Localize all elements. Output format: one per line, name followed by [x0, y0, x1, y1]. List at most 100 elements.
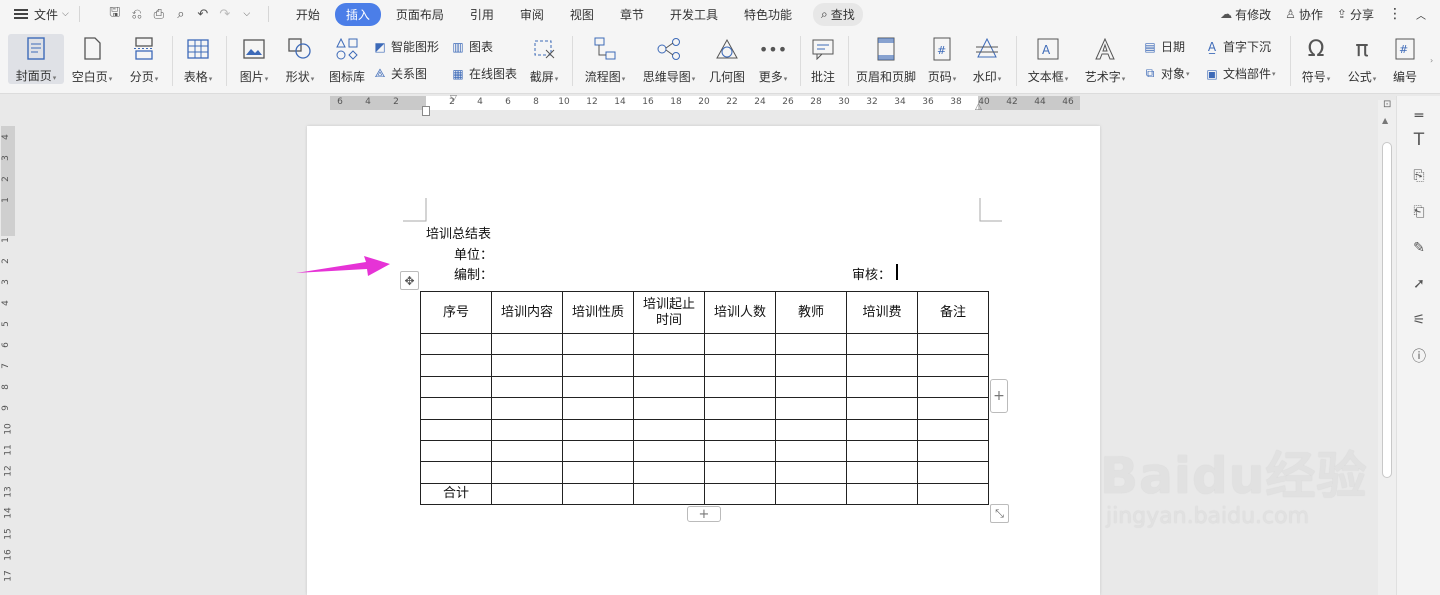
table-cell[interactable]	[633, 418, 705, 441]
collapse-ribbon-icon[interactable]: ︿	[1416, 7, 1426, 22]
document-settings-icon[interactable]: ⎗	[1409, 202, 1429, 222]
page-break-button[interactable]: 分页▾	[124, 34, 164, 85]
picture-button[interactable]: 图片▾	[234, 34, 274, 85]
table-cell[interactable]	[917, 397, 989, 420]
add-column-button[interactable]: +	[990, 379, 1008, 413]
print-preview-icon[interactable]: ⌕	[170, 7, 192, 22]
shape-button[interactable]: 形状▾	[280, 34, 320, 85]
table-header-cell[interactable]: 培训性质	[562, 291, 634, 334]
table-cell[interactable]	[704, 439, 776, 463]
table-cell[interactable]	[562, 439, 634, 463]
table-cell[interactable]	[704, 461, 776, 484]
formula-button[interactable]: π 公式▾	[1342, 34, 1382, 85]
table-cell[interactable]	[491, 332, 563, 356]
table-cell[interactable]	[633, 439, 705, 463]
table-cell[interactable]	[917, 332, 989, 356]
table-cell[interactable]	[775, 375, 847, 399]
header-footer-button[interactable]: 页眉和页脚	[854, 34, 918, 85]
table-cell[interactable]	[633, 397, 705, 420]
help-icon[interactable]: ⓘ	[1409, 346, 1429, 366]
tab-insert[interactable]: 插入	[334, 2, 381, 26]
training-summary-table[interactable]: 序号 培训内容 培训性质 培训起止时间 培训人数 教师 培训费 备注 合计	[420, 291, 989, 506]
table-cell[interactable]	[704, 354, 776, 377]
format-painter-icon[interactable]: ⎌	[126, 7, 148, 22]
table-cell[interactable]	[420, 418, 492, 441]
more-menu-icon[interactable]: ⋮	[1388, 6, 1402, 22]
page-number-button[interactable]: # 页码▾	[924, 34, 960, 85]
table-cell[interactable]	[846, 332, 918, 356]
wordart-button[interactable]: 艺术字▾	[1080, 34, 1130, 85]
vertical-ruler[interactable]: 4 3 2 1 1 2 3 4 5 6 7 8 9 10 11 12 13 14 15 16 17	[0, 96, 16, 595]
doc-title[interactable]: 培训总结表	[426, 223, 491, 242]
table-button[interactable]: 表格▾	[178, 34, 218, 85]
table-cell[interactable]	[562, 354, 634, 377]
dropcap-button[interactable]: A̲ 首字下沉	[1204, 38, 1271, 55]
table-cell[interactable]	[917, 375, 989, 399]
table-cell[interactable]	[917, 461, 989, 484]
table-cell[interactable]	[633, 332, 705, 356]
more-button[interactable]: ••• 更多▾	[754, 34, 792, 85]
table-header-cell[interactable]: 培训起止时间	[633, 291, 705, 334]
table-cell[interactable]	[775, 397, 847, 420]
tab-home[interactable]: 开始	[285, 3, 331, 26]
table-cell[interactable]	[704, 375, 776, 399]
table-cell[interactable]	[491, 375, 563, 399]
table-cell[interactable]	[491, 482, 563, 506]
customize-chevron-icon[interactable]: ⌵	[236, 9, 258, 19]
table-cell[interactable]	[633, 375, 705, 399]
scroll-up-icon[interactable]: ▲	[1382, 116, 1388, 125]
table-cell[interactable]	[491, 461, 563, 484]
icon-library-button[interactable]: 图标库	[326, 34, 368, 85]
editor-label[interactable]: 编制：	[454, 264, 493, 283]
add-row-button[interactable]: +	[687, 506, 721, 522]
table-cell[interactable]	[491, 397, 563, 420]
table-cell[interactable]	[491, 354, 563, 377]
document-page[interactable]: 培训总结表 单位： 编制： 审核： ✥ 序号 培训内容 培训性质 培训起止时间 培训人数…	[307, 126, 1100, 595]
text-style-icon[interactable]: T	[1409, 130, 1429, 150]
search-box[interactable]: ⌕ 查找	[812, 2, 863, 26]
table-header-cell[interactable]: 教师	[775, 291, 847, 334]
table-cell[interactable]	[775, 461, 847, 484]
total-label-cell[interactable]: 合计	[420, 482, 492, 506]
vertical-scrollbar[interactable]: ▲	[1378, 100, 1396, 595]
table-cell[interactable]	[704, 418, 776, 441]
table-cell[interactable]	[846, 439, 918, 463]
table-header-cell[interactable]: 备注	[917, 291, 989, 334]
table-cell[interactable]	[420, 439, 492, 463]
unit-label[interactable]: 单位：	[454, 244, 493, 263]
redo-icon[interactable]: ↷	[214, 7, 236, 22]
table-cell[interactable]	[491, 439, 563, 463]
table-cell[interactable]	[562, 397, 634, 420]
table-cell[interactable]	[917, 482, 989, 506]
table-cell[interactable]	[917, 439, 989, 463]
print-icon[interactable]: ⎙	[148, 7, 170, 22]
table-header-cell[interactable]: 序号	[420, 291, 492, 334]
share-button[interactable]: ⇪ 分享	[1337, 6, 1374, 23]
cover-page-button[interactable]: 封面页▾	[8, 34, 64, 84]
tab-chapter[interactable]: 章节	[609, 3, 655, 26]
table-cell[interactable]	[704, 397, 776, 420]
chart-button[interactable]: ▥ 图表	[450, 38, 493, 55]
sidebar-collapse-icon[interactable]: ═	[1409, 106, 1429, 126]
scrollbar-thumb[interactable]	[1382, 142, 1392, 478]
table-cell[interactable]	[633, 482, 705, 506]
table-cell[interactable]	[704, 482, 776, 506]
tab-developer[interactable]: 开发工具	[659, 3, 729, 26]
screenshot-button[interactable]: 截屏▾	[524, 34, 564, 85]
undo-icon[interactable]: ↶	[192, 7, 214, 22]
collab-button[interactable]: ♙ 协作	[1285, 6, 1323, 23]
file-menu[interactable]: 文件 ⌵	[14, 6, 69, 23]
object-button[interactable]: ⧉ 对象 ▾	[1142, 65, 1190, 82]
tab-references[interactable]: 引用	[459, 3, 505, 26]
save-icon[interactable]: 🖫	[104, 3, 126, 25]
smartart-button[interactable]: ◩ 智能图形	[372, 38, 439, 55]
numbering-button[interactable]: # 编号	[1388, 34, 1422, 85]
table-cell[interactable]	[917, 354, 989, 377]
table-cell[interactable]	[846, 482, 918, 506]
table-cell[interactable]	[846, 418, 918, 441]
cursor-select-icon[interactable]: ➚	[1409, 274, 1429, 294]
docpart-button[interactable]: ▣ 文档部件 ▾	[1204, 65, 1275, 82]
geometry-button[interactable]: 几何图	[706, 34, 748, 85]
table-cell[interactable]	[562, 482, 634, 506]
table-cell[interactable]	[420, 397, 492, 420]
